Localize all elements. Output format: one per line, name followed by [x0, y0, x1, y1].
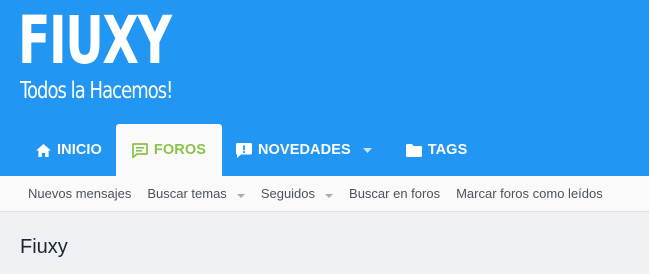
- subnav-buscar-en-foros[interactable]: Buscar en foros: [341, 186, 448, 201]
- home-icon: [36, 143, 57, 157]
- tab-label: FOROS: [153, 142, 206, 158]
- logo-wordmark: FIUXY: [18, 2, 172, 79]
- tab-inicio[interactable]: INICIO: [22, 124, 116, 176]
- tab-foros[interactable]: FOROS: [115, 124, 222, 176]
- subnav-seguidos[interactable]: Seguidos: [253, 186, 341, 201]
- tab-label: TAGS: [427, 142, 468, 158]
- chevron-down-icon[interactable]: [236, 186, 245, 201]
- subnav-label: Seguidos: [260, 186, 316, 201]
- folder-icon: [405, 143, 428, 157]
- tab-tags[interactable]: TAGS: [392, 124, 482, 176]
- tab-label: INICIO: [57, 142, 102, 158]
- chevron-down-icon[interactable]: [362, 147, 378, 153]
- sub-nav: Nuevos mensajes Buscar temas Seguidos Bu…: [0, 176, 649, 212]
- main-nav: INICIO FOROS NOVEDADES TAGS: [22, 124, 481, 176]
- subnav-label: Marcar foros como leídos: [456, 186, 603, 201]
- alert-comment-icon: [235, 142, 258, 158]
- logo-tagline: Todos la Hacemos!: [20, 78, 173, 104]
- subnav-label: Nuevos mensajes: [28, 186, 132, 201]
- tab-label: NOVEDADES: [257, 142, 351, 158]
- tab-novedades[interactable]: NOVEDADES: [222, 124, 392, 176]
- chevron-down-icon[interactable]: [325, 186, 334, 201]
- site-header: FIUXY Todos la Hacemos! INICIO FOROS NOV…: [0, 0, 649, 176]
- comment-icon: [132, 142, 154, 158]
- subnav-buscar-temas[interactable]: Buscar temas: [139, 186, 252, 201]
- site-logo[interactable]: FIUXY Todos la Hacemos!: [18, 2, 198, 106]
- subnav-label: Buscar temas: [147, 186, 227, 201]
- subnav-nuevos-mensajes[interactable]: Nuevos mensajes: [20, 186, 139, 201]
- subnav-label: Buscar en foros: [349, 186, 441, 201]
- page-title: Fiuxy: [20, 236, 68, 258]
- subnav-marcar-leidos[interactable]: Marcar foros como leídos: [448, 186, 611, 201]
